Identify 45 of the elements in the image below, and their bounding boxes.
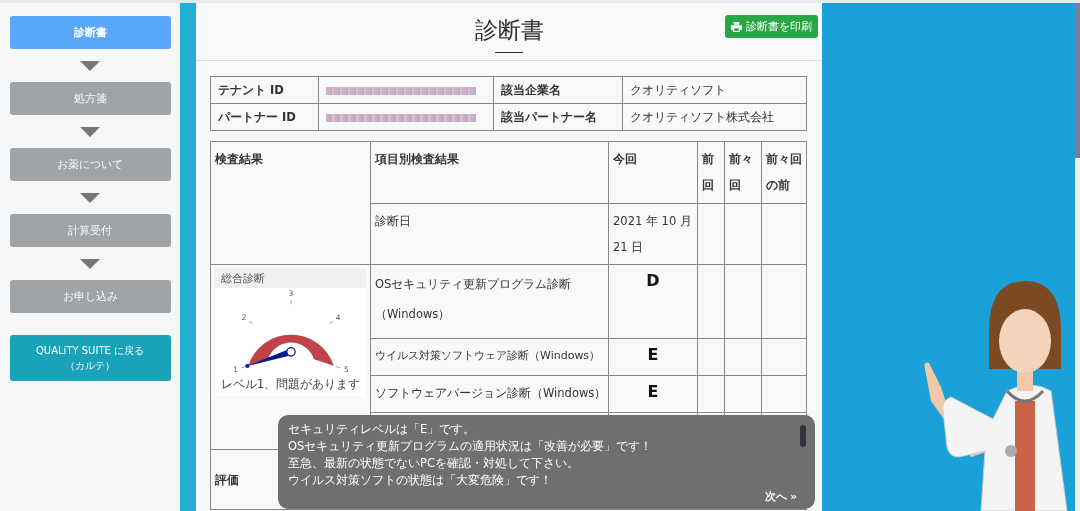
gauge-tick-label: 1: [232, 365, 238, 375]
gauge-caption: レベル1、問題があります: [220, 377, 361, 394]
grade-value: E: [608, 338, 698, 376]
column-header: 前々回の前: [761, 141, 807, 204]
gauge-title: 総合診断: [215, 269, 366, 289]
down-arrow-icon: [80, 259, 100, 269]
column-header: 項目別検査結果: [370, 141, 609, 204]
table-header-cell: パートナー ID: [210, 103, 319, 131]
column-header: 検査結果: [210, 141, 371, 265]
step-button[interactable]: 計算受付: [9, 214, 171, 247]
grade-value: D: [608, 264, 698, 339]
scrollbar-thumb[interactable]: [800, 425, 806, 447]
column-header: 前々回: [724, 141, 762, 204]
step-button[interactable]: お申し込み: [9, 280, 171, 313]
table-header-cell: 該当企業名: [493, 76, 622, 104]
table-cell: クオリティソフト: [622, 76, 807, 104]
down-arrow-icon: [80, 127, 100, 137]
column-header: 前回: [697, 141, 725, 204]
down-arrow-icon: [80, 61, 100, 71]
table-header-cell: テナント ID: [210, 76, 319, 104]
column-header: 今回: [608, 141, 698, 204]
needle-pivot: [285, 347, 296, 357]
step-button[interactable]: 診断書: [9, 16, 171, 49]
next-button[interactable]: 次へ »: [758, 489, 803, 505]
table-cell: ウイルス対策ソフトウェア診断（Windows）: [370, 338, 609, 376]
page-title: 診断書: [474, 16, 544, 45]
message-text: セキュリティレベルは「E」です。: [288, 421, 476, 438]
printer-icon: [731, 21, 742, 32]
print-button[interactable]: 診断書を印刷: [725, 15, 818, 38]
gauge-tick-label: 2: [240, 313, 246, 323]
table-cell: クオリティソフト株式会社: [622, 103, 807, 131]
down-arrow-icon: [80, 193, 100, 203]
table-cell: OSセキュリティ更新プログラム診断（Windows）: [370, 264, 609, 339]
grade-value: E: [608, 375, 698, 413]
scrollbar-thumb[interactable]: [1075, 3, 1080, 158]
table-cell: 診断日: [370, 203, 609, 265]
step-button[interactable]: お薬について: [9, 148, 171, 181]
step-button[interactable]: 処方箋: [9, 82, 171, 115]
gauge-tick-label: 5: [343, 365, 349, 375]
table-cell: 2021 年 10 月 21 日: [608, 203, 698, 265]
table-header-cell: 該当パートナー名: [493, 103, 622, 131]
gauge-tick-label: 4: [335, 313, 341, 323]
gauge-tick-label: 3: [288, 290, 293, 299]
back-button[interactable]: QUALiTY SUITE に戻る（カルテ）: [9, 335, 171, 381]
table-cell: ソフトウェアバージョン診断（Windows）: [370, 375, 609, 413]
